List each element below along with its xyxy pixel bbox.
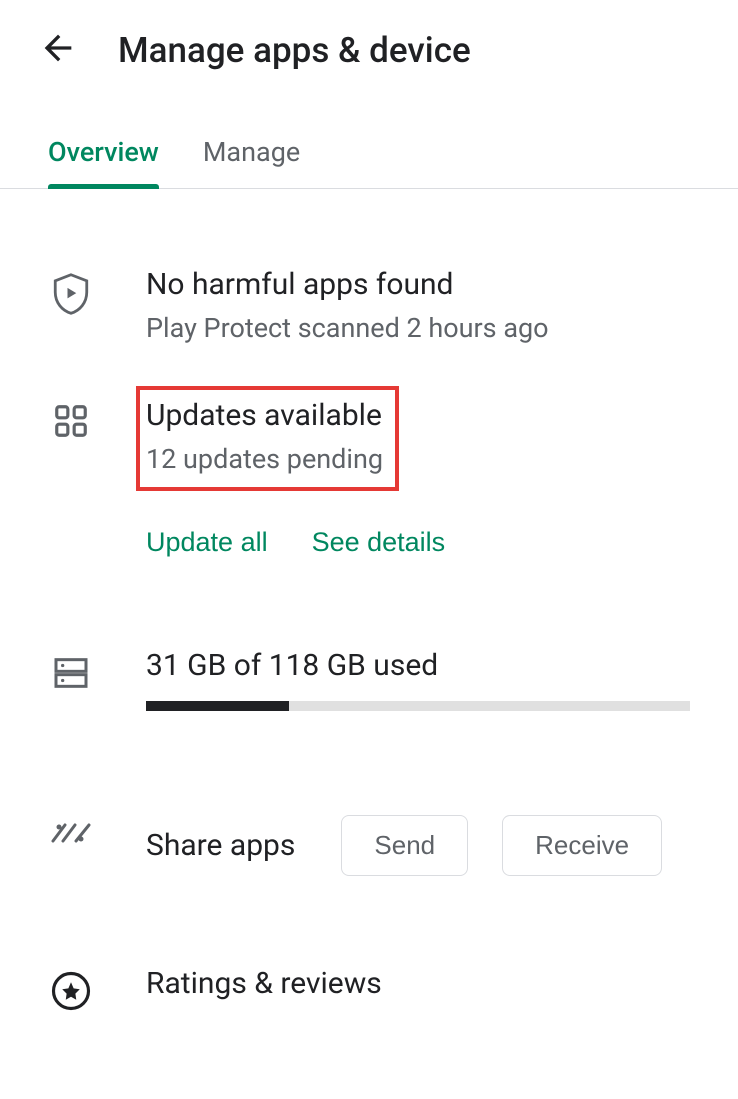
storage-icon (48, 648, 94, 694)
page-title: Manage apps & device (118, 30, 471, 71)
storage-progress-bar (146, 701, 690, 711)
tab-bar: Overview Manage (0, 136, 738, 189)
ratings-reviews-card[interactable]: Ratings & reviews (48, 886, 690, 1022)
see-details-button[interactable]: See details (312, 527, 446, 558)
updates-card[interactable]: Updates available 12 updates pending Upd… (48, 354, 690, 568)
update-all-button[interactable]: Update all (146, 527, 268, 558)
app-header: Manage apps & device (0, 0, 738, 100)
tab-manage[interactable]: Manage (203, 136, 300, 188)
updates-subtitle: 12 updates pending (146, 443, 383, 475)
share-apps-label: Share apps (146, 828, 295, 863)
play-protect-card[interactable]: No harmful apps found Play Protect scann… (48, 189, 690, 354)
send-button[interactable]: Send (341, 815, 468, 876)
apps-grid-icon (48, 398, 94, 440)
share-nearby-icon (48, 815, 94, 847)
share-apps-card: Share apps Send Receive (48, 721, 690, 886)
storage-progress-fill (146, 701, 289, 711)
ratings-label: Ratings & reviews (146, 966, 690, 1001)
star-circle-icon (48, 966, 94, 1012)
updates-title: Updates available (146, 398, 383, 433)
updates-highlight: Updates available 12 updates pending (136, 386, 399, 491)
tab-overview[interactable]: Overview (48, 136, 159, 188)
storage-label: 31 GB of 118 GB used (146, 648, 690, 683)
shield-play-icon (48, 267, 94, 317)
protect-subtitle: Play Protect scanned 2 hours ago (146, 312, 690, 344)
receive-button[interactable]: Receive (502, 815, 662, 876)
storage-card[interactable]: 31 GB of 118 GB used (48, 568, 690, 721)
protect-title: No harmful apps found (146, 267, 690, 302)
back-arrow-icon[interactable] (38, 28, 78, 72)
